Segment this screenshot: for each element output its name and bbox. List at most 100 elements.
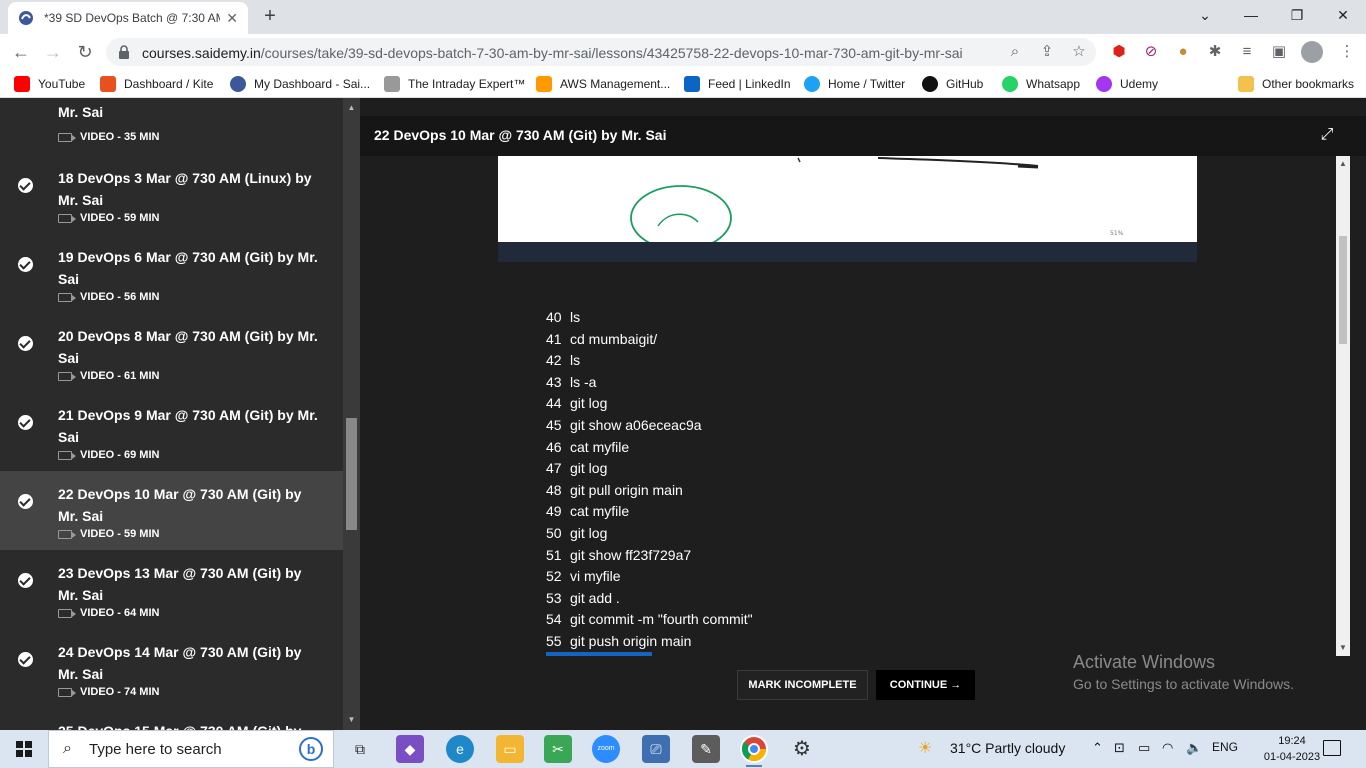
sidebar-scroll-thumb[interactable] — [346, 418, 357, 530]
lesson-sidebar: Mr. Sai VIDEO - 35 MIN 18 DevOps 3 Mar @… — [0, 98, 343, 730]
mark-incomplete-button[interactable]: MARK INCOMPLETE — [737, 670, 868, 700]
profile-avatar[interactable] — [1301, 41, 1323, 63]
bookmark-whatsapp[interactable]: Whatsapp — [1002, 75, 1080, 93]
tray-app-icon[interactable]: ⊡ — [1114, 740, 1125, 756]
lesson-item[interactable]: 20 DevOps 8 Mar @ 730 AM (Git) by Mr. Sa… — [0, 313, 343, 392]
scroll-up-icon[interactable]: ▲ — [343, 102, 360, 114]
restore-icon[interactable]: ❐ — [1274, 0, 1320, 32]
weather-text[interactable]: 31°C Partly cloudy — [950, 740, 1065, 756]
line-number: 49 — [546, 503, 562, 520]
command-text: cd mumbaigit/ — [570, 330, 658, 347]
bookmark-intraday[interactable]: The Intraday Expert™ — [384, 75, 525, 93]
system-clock[interactable]: 19:24 01-04-2023 — [1262, 733, 1322, 765]
bookmark-twitter[interactable]: Home / Twitter — [804, 75, 905, 93]
bookmark-kite[interactable]: Dashboard / Kite — [100, 75, 213, 93]
file-explorer-icon[interactable]: ▭ — [496, 735, 524, 763]
zoom-icon[interactable]: ⌕ — [1006, 43, 1024, 61]
bookmark-linkedin[interactable]: Feed | LinkedIn — [684, 75, 791, 93]
language-indicator[interactable]: ENG — [1212, 740, 1238, 754]
windows-start-icon[interactable] — [16, 741, 32, 757]
bookmark-label: The Intraday Expert™ — [408, 77, 526, 91]
video-icon — [58, 450, 76, 460]
forward-icon[interactable]: → — [40, 39, 66, 65]
settings-gear-icon[interactable]: ⚙ — [788, 735, 816, 763]
bookmarks-bar: YouTube Dashboard / Kite My Dashboard - … — [0, 70, 1366, 98]
cookie-extension-icon[interactable]: ● — [1174, 43, 1192, 61]
block-extension-icon[interactable]: ⊘ — [1142, 43, 1160, 61]
new-tab-icon[interactable]: + — [258, 4, 282, 28]
reload-icon[interactable]: ↻ — [72, 39, 98, 65]
completed-check-icon — [18, 573, 33, 588]
bookmark-youtube[interactable]: YouTube — [14, 75, 85, 93]
continue-button[interactable]: CONTINUE → — [876, 670, 975, 700]
lock-icon — [119, 45, 129, 59]
weather-icon[interactable]: ☀ — [918, 738, 932, 758]
extensions-puzzle-icon[interactable]: ✱ — [1206, 43, 1224, 61]
bookmark-label: Feed | LinkedIn — [708, 77, 791, 91]
command-text: vi myfile — [570, 568, 621, 585]
lesson-title: 23 DevOps 13 Mar @ 730 AM (Git) by Mr. S… — [58, 565, 302, 603]
bookmark-saidemy[interactable]: My Dashboard - Sai... — [230, 75, 370, 93]
bookmark-aws[interactable]: AWS Management... — [536, 75, 670, 93]
lesson-item[interactable]: 19 DevOps 6 Mar @ 730 AM (Git) by Mr. Sa… — [0, 234, 343, 313]
bookmark-udemy[interactable]: Udemy — [1096, 75, 1158, 93]
minimize-icon[interactable]: — — [1228, 0, 1274, 32]
scroll-down-icon[interactable]: ▼ — [1336, 642, 1350, 654]
lesson-item[interactable]: Mr. Sai VIDEO - 35 MIN — [0, 98, 343, 155]
command-text: git log — [570, 395, 608, 412]
task-view-icon[interactable]: ⧉ — [346, 735, 374, 763]
command-line: 47 git log — [546, 457, 607, 479]
battery-icon[interactable]: ▭ — [1138, 740, 1150, 756]
edge-icon[interactable]: e — [446, 735, 474, 763]
content-scrollbar[interactable]: ▲ ▼ — [1336, 156, 1350, 656]
tab-close-icon[interactable]: ✕ — [226, 10, 238, 27]
line-number: 46 — [546, 438, 562, 455]
close-window-icon[interactable]: ✕ — [1320, 0, 1366, 32]
scroll-up-icon[interactable]: ▲ — [1336, 158, 1350, 170]
tab-search-icon[interactable]: ⌄ — [1182, 0, 1228, 32]
chrome-icon[interactable] — [740, 735, 768, 767]
line-number: 53 — [546, 589, 562, 606]
adblock-extension-icon[interactable]: ⬢ — [1110, 43, 1128, 61]
visual-studio-icon[interactable]: ◆ — [396, 735, 424, 763]
command-text: git push origin main — [570, 633, 692, 649]
notification-center-icon[interactable] — [1323, 740, 1341, 756]
bookmark-other-folder[interactable]: Other bookmarks — [1238, 75, 1354, 93]
zoom-app-icon[interactable]: zoom — [592, 735, 620, 763]
lesson-page-title: 22 DevOps 10 Mar @ 730 AM (Git) by Mr. S… — [374, 127, 667, 143]
browser-tab-active[interactable]: *39 SD DevOps Batch @ 7:30 AM ✕ — [8, 2, 248, 34]
tray-chevron-icon[interactable]: ⌃ — [1092, 740, 1103, 756]
back-icon[interactable]: ← — [8, 39, 34, 65]
lesson-item[interactable]: 18 DevOps 3 Mar @ 730 AM (Linux) by Mr. … — [0, 155, 343, 234]
lesson-item[interactable]: 25 DevOps 15 Mar @ 730 AM (Git) by — [0, 708, 343, 730]
expand-fullscreen-icon[interactable]: ⤢ — [1318, 126, 1336, 144]
command-text: ls — [570, 352, 581, 369]
scroll-down-icon[interactable]: ▼ — [343, 714, 360, 726]
sidebar-scrollbar[interactable]: ▲ ▼ — [343, 98, 360, 730]
sniping-tool-icon[interactable]: ✂ — [544, 735, 572, 763]
bookmark-star-icon[interactable]: ☆ — [1070, 43, 1088, 61]
lesson-meta: VIDEO - 61 MIN — [58, 370, 159, 382]
snip-sketch-icon[interactable]: ✎ — [692, 735, 720, 763]
bookmark-label: GitHub — [946, 77, 984, 91]
line-number: 44 — [546, 395, 562, 412]
command-line: 43 ls -a — [546, 371, 596, 393]
lesson-item[interactable]: 24 DevOps 14 Mar @ 730 AM (Git) by Mr. S… — [0, 629, 343, 708]
content-scroll-thumb[interactable] — [1339, 236, 1347, 344]
address-bar[interactable]: courses.saidemy.in/courses/take/39-sd-de… — [106, 38, 1096, 66]
volume-icon[interactable]: 🔈 — [1186, 740, 1202, 756]
lesson-item-active[interactable]: 22 DevOps 10 Mar @ 730 AM (Git) by Mr. S… — [0, 471, 343, 550]
media-queue-icon[interactable]: ≡ — [1238, 43, 1256, 61]
bookmark-github[interactable]: GitHub — [922, 75, 983, 93]
side-panel-icon[interactable]: ▣ — [1270, 43, 1288, 61]
progress-underline — [546, 652, 652, 656]
wifi-icon[interactable]: ◠ — [1162, 740, 1173, 756]
remote-desktop-icon[interactable]: ⎚ — [642, 735, 670, 763]
bing-icon[interactable]: b — [299, 737, 323, 761]
taskbar-search-box[interactable]: ⌕ Type here to search b — [48, 730, 334, 768]
completed-check-icon — [18, 652, 33, 667]
lesson-item[interactable]: 23 DevOps 13 Mar @ 730 AM (Git) by Mr. S… — [0, 550, 343, 629]
lesson-item[interactable]: 21 DevOps 9 Mar @ 730 AM (Git) by Mr. Sa… — [0, 392, 343, 471]
share-icon[interactable]: ⇪ — [1038, 43, 1056, 61]
menu-kebab-icon[interactable]: ⋮ — [1338, 43, 1356, 61]
